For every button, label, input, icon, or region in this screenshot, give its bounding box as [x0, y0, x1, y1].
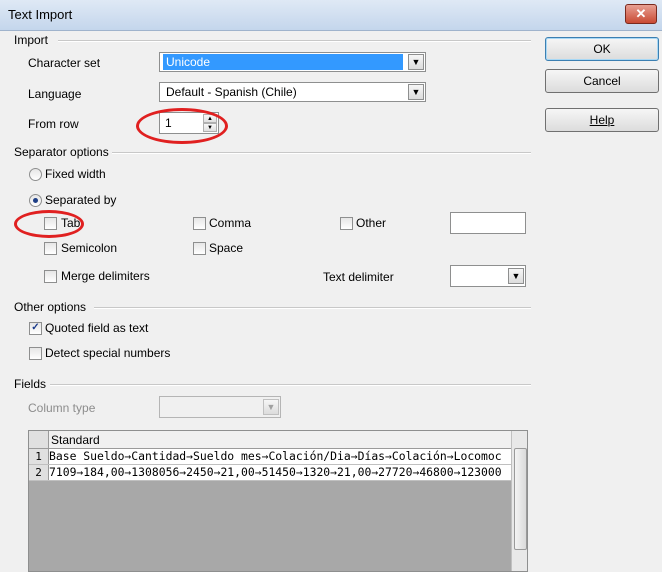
- detect-numbers-checkbox[interactable]: [29, 347, 42, 360]
- language-value: Default - Spanish (Chile): [166, 85, 297, 99]
- fields-divider: [50, 384, 531, 386]
- charset-label: Character set: [28, 56, 101, 70]
- separated-by-radio[interactable]: [29, 194, 42, 207]
- preview-scrollbar[interactable]: [511, 431, 527, 571]
- merge-delimiters-label: Merge delimiters: [61, 269, 150, 283]
- space-label: Space: [209, 241, 244, 255]
- language-select[interactable]: Default - Spanish (Chile) ▼: [159, 82, 426, 102]
- window-title: Text Import: [8, 7, 73, 22]
- row-text: 7109→184,00→1308056→2450→21,00→51450→132…: [49, 465, 502, 479]
- language-label: Language: [28, 87, 82, 101]
- table-row: 1 Base Sueldo→Cantidad→Sueldo mes→Colaci…: [29, 449, 511, 465]
- checkmark-icon: ✓: [31, 322, 40, 333]
- charset-value: Unicode: [163, 54, 403, 70]
- fixed-width-radio[interactable]: [29, 168, 42, 181]
- other-input[interactable]: [450, 212, 526, 234]
- merge-delimiters-checkbox[interactable]: [44, 270, 57, 283]
- text-delimiter-select[interactable]: ▼: [450, 265, 526, 287]
- chevron-down-icon: ▼: [408, 54, 424, 70]
- row-text: Base Sueldo→Cantidad→Sueldo mes→Colación…: [49, 449, 502, 463]
- annotation-ellipse-tab: [14, 210, 84, 238]
- preview-header: Standard: [29, 431, 511, 449]
- separated-by-label: Separated by: [45, 193, 117, 207]
- fields-preview[interactable]: Standard 1 Base Sueldo→Cantidad→Sueldo m…: [28, 430, 528, 572]
- text-delimiter-label: Text delimiter: [323, 270, 394, 284]
- other-label: Other: [356, 216, 387, 230]
- other-options-heading: Other options: [14, 300, 87, 314]
- detect-numbers-label: Detect special numbers: [45, 346, 171, 360]
- help-button[interactable]: Help: [545, 108, 659, 132]
- table-row: 2 7109→184,00→1308056→2450→21,00→51450→1…: [29, 465, 511, 481]
- close-button[interactable]: ✕: [625, 4, 657, 24]
- semicolon-label: Semicolon: [61, 241, 118, 255]
- separator-heading: Separator options: [14, 145, 109, 159]
- chevron-down-icon: ▼: [408, 84, 424, 100]
- other-options-divider: [94, 307, 531, 309]
- radio-selected-dot: [33, 198, 38, 203]
- close-icon: ✕: [635, 6, 647, 21]
- comma-checkbox[interactable]: [193, 217, 206, 230]
- help-button-label: Help: [589, 113, 615, 127]
- preview-corner: [29, 431, 49, 448]
- title-bar: Text Import ✕: [0, 0, 662, 31]
- import-divider: [58, 40, 531, 42]
- column-type-select[interactable]: ▼: [159, 396, 281, 418]
- quoted-field-label: Quoted field as text: [45, 321, 149, 335]
- fixed-width-label: Fixed width: [45, 167, 106, 181]
- fields-heading: Fields: [14, 377, 47, 391]
- chevron-down-icon: ▼: [508, 268, 524, 284]
- fromrow-label: From row: [28, 117, 79, 131]
- ok-button[interactable]: OK: [545, 37, 659, 61]
- comma-label: Comma: [209, 216, 252, 230]
- scrollbar-thumb[interactable]: [514, 448, 527, 550]
- column-type-label: Column type: [28, 401, 96, 415]
- space-checkbox[interactable]: [193, 242, 206, 255]
- column-header[interactable]: Standard: [51, 433, 100, 447]
- charset-select[interactable]: Unicode ▼: [159, 52, 426, 72]
- cancel-button[interactable]: Cancel: [545, 69, 659, 93]
- other-checkbox[interactable]: [340, 217, 353, 230]
- annotation-ellipse-fromrow: [136, 108, 228, 144]
- row-number: 2: [29, 465, 49, 480]
- quoted-field-checkbox[interactable]: ✓: [29, 322, 42, 335]
- row-number: 1: [29, 449, 49, 464]
- separator-divider: [112, 152, 531, 154]
- import-heading: Import: [14, 33, 49, 47]
- semicolon-checkbox[interactable]: [44, 242, 57, 255]
- chevron-down-icon: ▼: [263, 399, 279, 415]
